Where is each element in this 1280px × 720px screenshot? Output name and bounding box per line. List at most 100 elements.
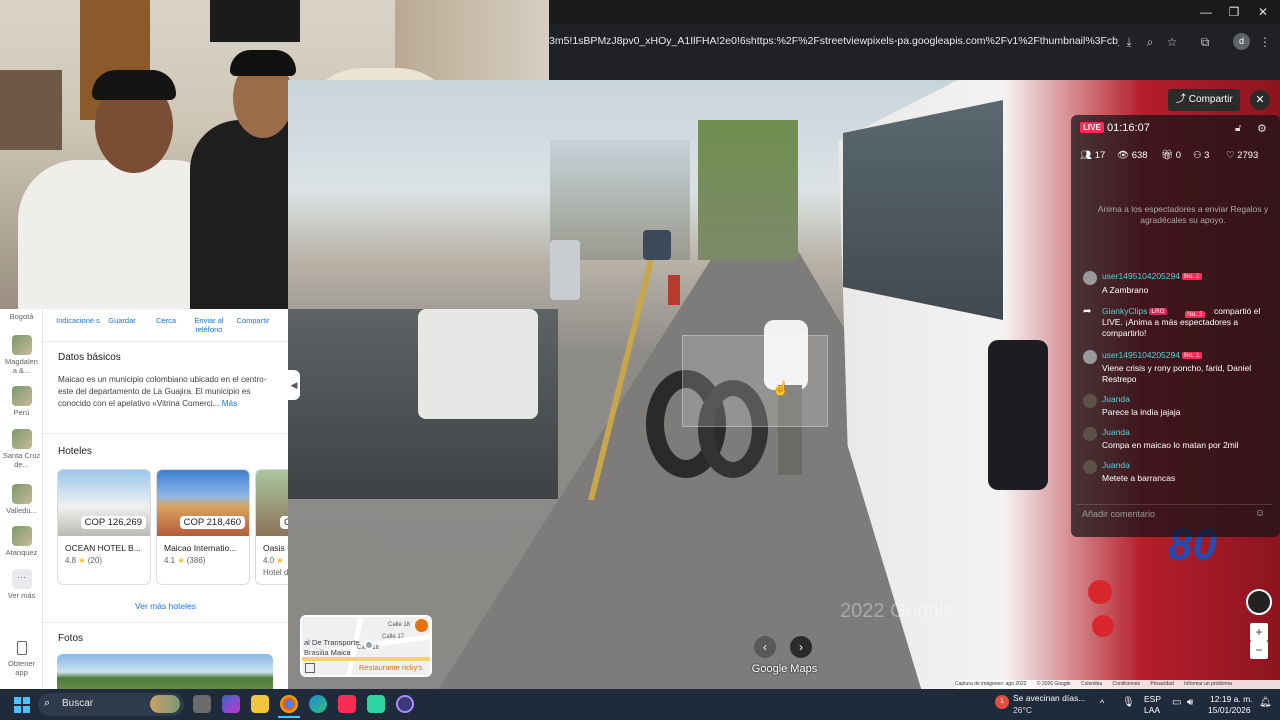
collapse-panel-icon[interactable]: ◀ (288, 370, 300, 400)
terms-link[interactable]: Condiciones (1112, 681, 1140, 687)
compass-icon[interactable] (1246, 589, 1272, 615)
hotel-card[interactable]: COP 126,269 OCEAN HOTEL B... 4.8 ★ (20) (57, 469, 151, 585)
more-hotels-link[interactable]: Ver más hoteles (43, 601, 288, 611)
emoji-icon[interactable]: ☺ (1255, 508, 1265, 519)
hotel-card[interactable]: C Oasis I 4.0 ★ Hotel d (255, 469, 288, 585)
minimap[interactable]: al De Transporte Brasilia Maica Restaura… (300, 615, 432, 677)
rail-item-more[interactable]: ··· Ver más (2, 569, 41, 600)
microphone-icon[interactable]: 🎙︎ (1122, 697, 1135, 708)
close-street-view-icon[interactable]: ✕ (1250, 90, 1270, 110)
chat-username[interactable]: Juanda (1102, 427, 1130, 437)
bookmark-star-icon[interactable]: ☆ (1163, 33, 1181, 51)
shelf-shape (0, 70, 62, 150)
tuk-tuk-shape (418, 309, 538, 419)
tiktok-icon[interactable] (338, 695, 356, 713)
action-send-to-phone[interactable]: Enviar al teléfono (185, 316, 233, 334)
edge-icon[interactable] (309, 695, 327, 713)
next-arrow-icon[interactable]: › (790, 636, 812, 658)
chat-avatar[interactable] (1083, 394, 1097, 408)
restaurant-pin-icon (415, 619, 428, 632)
hotels-title: Hoteles (58, 446, 92, 457)
more-dots-icon: ··· (11, 569, 32, 589)
chat-username[interactable]: Juanda (1102, 460, 1130, 470)
menu-kebab-icon[interactable]: ⋮ (1256, 33, 1274, 51)
report-problem-link[interactable]: Informar un problema (1184, 681, 1232, 687)
action-save[interactable]: Guardar (98, 316, 146, 325)
clock-date: 15/01/2026 (1208, 705, 1251, 715)
network-icon[interactable]: ▭ (1172, 697, 1181, 708)
star-icon: ★ (276, 556, 284, 565)
close-window-icon[interactable]: ✕ (1253, 4, 1273, 20)
rail-item-magdalena[interactable]: Magdalen a &... (2, 335, 41, 375)
lock-icon[interactable]: 🔓︎ (1235, 123, 1241, 134)
language-indicator[interactable]: ESP (1144, 694, 1161, 704)
minimize-icon[interactable]: — (1196, 4, 1216, 20)
hotel-price: C (280, 516, 288, 529)
chat-avatar[interactable] (1083, 350, 1097, 364)
zoom-in-icon[interactable]: + (1250, 623, 1268, 641)
chat-avatar[interactable] (1083, 427, 1097, 441)
zoom-icon[interactable]: ⌕ (1141, 33, 1159, 51)
action-nearby[interactable]: Cerca (142, 316, 190, 325)
chrome-icon[interactable] (280, 695, 298, 713)
notification-badge: 1 (995, 695, 1009, 709)
weather-text[interactable]: Se avecinan días... (1013, 693, 1085, 703)
bus-light (1088, 580, 1112, 604)
chat-username[interactable]: Juanda (1102, 394, 1130, 404)
chevron-up-icon[interactable]: ^ (1100, 698, 1104, 708)
rail-item-peru[interactable]: Perú (2, 386, 41, 417)
address-bar-url[interactable]: 3m5!1sBPMzJ8pv0_xHOy_A1IlFHA!2e0!6shttps… (549, 35, 1119, 49)
region-link[interactable]: Colombia (1081, 681, 1102, 687)
motorcyclist-shape (668, 275, 680, 305)
more-link[interactable]: Más (222, 399, 237, 408)
basics-description: Maicao es un municipio colombiano ubicad… (58, 374, 278, 410)
rail-item-valledupar[interactable]: Valledu... (2, 484, 41, 515)
action-share[interactable]: Compartir (229, 316, 277, 325)
minimap-street-label: Calle 17 (382, 634, 405, 640)
clock-time[interactable]: 12:19 a. m. (1210, 694, 1253, 704)
maximize-icon[interactable]: ❐ (1224, 4, 1244, 20)
copilot-icon[interactable] (222, 695, 240, 713)
rail-item-atanquez[interactable]: Atanquez (2, 526, 41, 557)
rail-item-bogota[interactable]: Bogotá (2, 312, 41, 321)
hotel-rating: 4.8 ★ (20) (65, 556, 102, 565)
volume-icon[interactable]: 🔊︎ (1187, 697, 1193, 708)
person-middle-hair (230, 50, 296, 76)
install-app-icon[interactable]: ⤓ (1120, 33, 1138, 51)
notification-bell-icon[interactable]: 🔔︎ (1259, 697, 1272, 708)
chat-avatar[interactable] (1083, 460, 1097, 474)
expand-map-icon[interactable] (305, 663, 315, 673)
share-button[interactable]: ⤴ Compartir (1168, 89, 1240, 111)
rail-item-santa-cruz[interactable]: Santa Cruz de... (2, 429, 41, 469)
action-directions[interactable]: Indicacione s (54, 316, 102, 325)
app-icon[interactable] (396, 695, 414, 713)
file-explorer-icon[interactable] (251, 695, 269, 713)
street-watermark: 2022 Google (840, 600, 955, 622)
hover-highlight-box (682, 335, 828, 427)
share-icon: ⤴ (1176, 94, 1186, 105)
privacy-link[interactable]: Privacidad (1150, 681, 1173, 687)
chat-username[interactable]: user1495104205294 No. 1 (1102, 271, 1202, 281)
prev-arrow-icon[interactable]: ‹ (754, 636, 776, 658)
settings-gear-icon[interactable]: ⚙ (1257, 122, 1267, 135)
app-icon[interactable] (367, 695, 385, 713)
task-view-icon[interactable] (193, 695, 211, 713)
review-count: (20) (87, 556, 102, 565)
imagery-date: Captura de imágenes: ago 2022 (955, 681, 1027, 687)
rail-item-get-app[interactable]: Obtener app (2, 641, 41, 677)
share-count: ⚇ 3 (1193, 150, 1209, 161)
share-label: Compartir (1188, 94, 1233, 105)
rank-badge: No. 1 (1182, 273, 1202, 281)
profile-avatar[interactable]: d (1233, 33, 1250, 50)
star-icon: ★ (78, 556, 86, 565)
chat-avatar[interactable] (1083, 271, 1097, 285)
hotel-card[interactable]: COP 218,460 Maicao Internatio... 4.1 ★ (… (156, 469, 250, 585)
divider (43, 341, 288, 342)
language-variant: LAA (1144, 705, 1161, 715)
extensions-icon[interactable]: ⧉ (1196, 33, 1214, 51)
photo-thumbnail[interactable] (57, 654, 273, 689)
car-shape (550, 240, 580, 300)
chat-username[interactable]: user1495104205294 No. 1 (1102, 350, 1202, 360)
windows-start-icon[interactable] (14, 697, 30, 713)
zoom-out-icon[interactable]: − (1250, 641, 1268, 659)
